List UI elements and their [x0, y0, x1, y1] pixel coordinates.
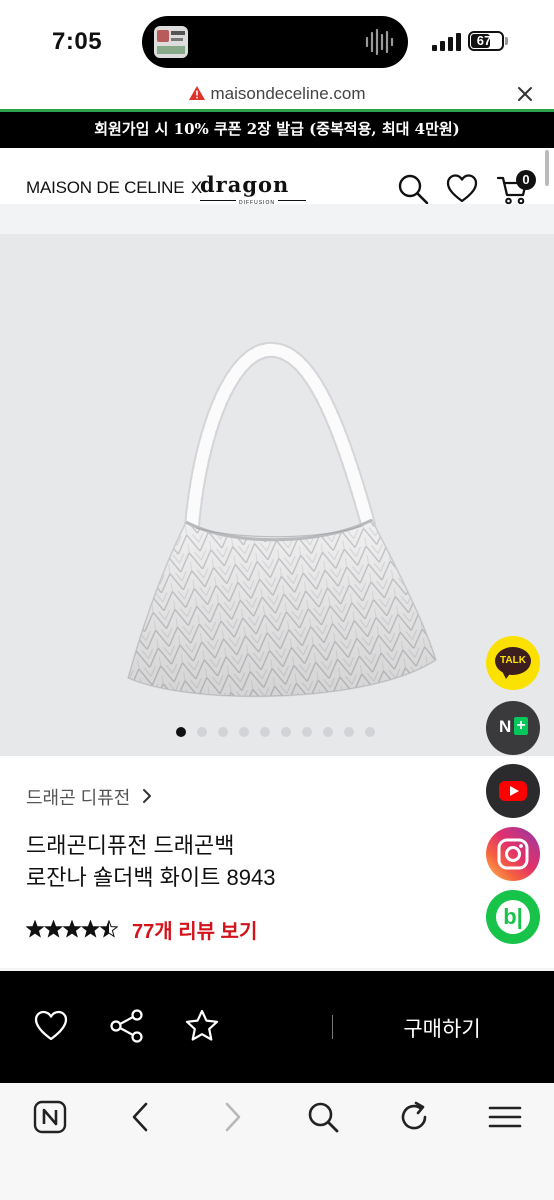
product-title-line2: 로잔나 숄더백 화이트 8943 [26, 865, 276, 890]
brand-name: MAISON DE CELINE [26, 178, 185, 197]
favorite-star-icon[interactable] [184, 1008, 220, 1044]
gallery-dot[interactable] [323, 727, 333, 737]
scrollbar[interactable] [545, 150, 549, 186]
instagram-icon [497, 838, 529, 870]
instagram-button[interactable] [486, 827, 540, 881]
menu-icon[interactable] [487, 1099, 523, 1135]
now-playing-artwork [154, 26, 188, 58]
star-fill [63, 920, 81, 937]
warning-triangle-icon [188, 86, 205, 100]
star-fill [45, 920, 62, 937]
promo-banner[interactable]: 회원가입 시 10% 쿠폰 2장 발급 (중복적용, 최대 4만원) [0, 112, 554, 148]
gallery-pagination[interactable] [176, 727, 375, 737]
battery-icon: 67 [468, 31, 504, 51]
gallery-dot[interactable] [344, 727, 354, 737]
site-header: MAISON DE CELINE X dragon DIFFUSION [0, 148, 554, 206]
refresh-icon[interactable] [396, 1099, 432, 1135]
heart-icon[interactable] [445, 172, 479, 206]
url-text: maisondeceline.com [210, 84, 366, 103]
youtube-button[interactable] [486, 764, 540, 818]
gallery-dot[interactable] [197, 727, 207, 737]
youtube-play-icon [510, 786, 519, 796]
status-time: 7:05 [52, 28, 103, 55]
naver-home-icon[interactable] [32, 1099, 68, 1135]
kakaotalk-label: TALK [500, 655, 526, 666]
wishlist-heart-icon[interactable] [33, 1008, 69, 1044]
browser-toolbar [0, 1083, 554, 1200]
blog-button[interactable]: b| [486, 890, 540, 944]
status-bar: 7:05 67 [0, 0, 554, 80]
gallery-dot[interactable] [365, 727, 375, 737]
kakaotalk-button[interactable]: TALK [486, 636, 540, 690]
address-bar[interactable]: maisondeceline.com [0, 80, 554, 110]
rating-stars [26, 920, 118, 938]
blog-label: b| [503, 904, 523, 929]
star-fill [26, 920, 44, 937]
gallery-dot[interactable] [176, 727, 186, 737]
purchase-action-bar: 구매하기 [0, 971, 554, 1083]
search-icon[interactable] [305, 1099, 341, 1135]
url-display[interactable]: maisondeceline.com [0, 84, 554, 104]
naver-plus-badge: + [514, 717, 528, 735]
back-icon[interactable] [123, 1099, 159, 1135]
brand-logo[interactable]: MAISON DE CELINE X [26, 178, 202, 198]
cellular-signal-icon [432, 33, 461, 51]
gallery-dot[interactable] [302, 727, 312, 737]
close-icon[interactable] [515, 84, 535, 104]
gallery-dot[interactable] [218, 727, 228, 737]
battery-nub [505, 37, 508, 45]
product-gallery[interactable] [0, 234, 554, 756]
header-spacer [0, 204, 554, 234]
naver-plus-icon: N [499, 717, 512, 736]
audio-waveform-icon [365, 28, 394, 56]
cart-count-badge: 0 [516, 170, 536, 190]
forward-icon [225, 1102, 241, 1132]
product-title-line1: 드래곤디퓨전 드래곤백 [26, 833, 235, 858]
kakaotalk-bubble-tail [502, 671, 512, 679]
gallery-dot[interactable] [281, 727, 291, 737]
dynamic-island[interactable] [142, 16, 408, 68]
search-icon[interactable] [396, 172, 430, 206]
share-icon[interactable] [109, 1008, 145, 1044]
gallery-dot[interactable] [260, 727, 270, 737]
chevron-right-icon[interactable] [141, 788, 153, 804]
product-image[interactable] [0, 234, 554, 756]
battery-percent: 67 [476, 33, 492, 48]
category-link[interactable]: 드래곤 디퓨전 [26, 784, 130, 810]
gallery-dot[interactable] [239, 727, 249, 737]
naver-plus-button[interactable]: N + [486, 701, 540, 755]
partner-logo: dragon [200, 172, 290, 197]
star-fill [82, 920, 99, 937]
review-link[interactable]: 77개 리뷰 보기 [132, 915, 257, 944]
buy-button[interactable]: 구매하기 [380, 1013, 504, 1043]
action-separator [332, 1015, 333, 1039]
